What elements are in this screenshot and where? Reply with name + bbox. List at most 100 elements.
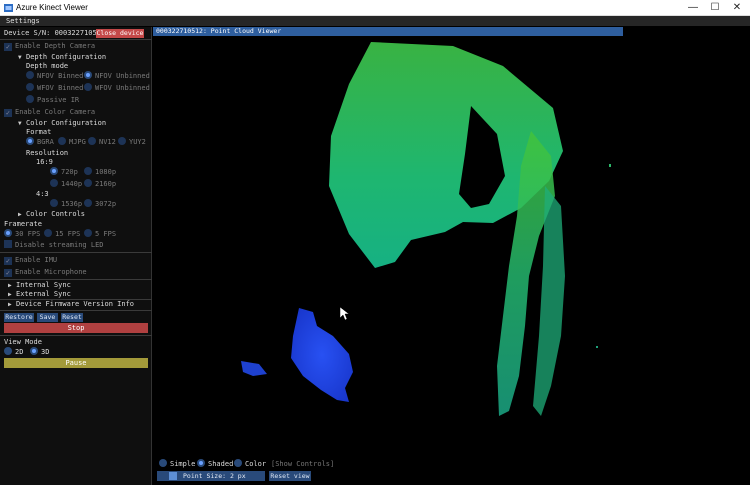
radio-icon[interactable] [44, 229, 52, 237]
disable-led-row[interactable]: Disable streaming LED [4, 240, 104, 250]
point-cloud-speck [596, 346, 598, 348]
depth-mode-wfov-unbinned[interactable]: WFOV Unbinned [84, 83, 150, 93]
render-simple[interactable]: Simple [159, 459, 195, 469]
radio-icon[interactable] [58, 137, 66, 145]
stop-button[interactable]: Stop [4, 323, 148, 333]
mouse-cursor-icon [339, 306, 350, 321]
close-window-button[interactable]: ✕ [726, 0, 748, 16]
depth-config-label: Depth Configuration [26, 53, 107, 61]
res-1536p[interactable]: 1536p [50, 199, 82, 209]
window-titlebar: Azure Kinect Viewer — ☐ ✕ [0, 0, 750, 16]
firmware-toggle[interactable]: ▶ Device Firmware Version Info [8, 299, 134, 309]
enable-imu-checkbox[interactable]: ✓ [4, 257, 12, 265]
render-color[interactable]: Color [234, 459, 266, 469]
radio-icon[interactable] [26, 71, 34, 79]
framerate-label: Framerate [4, 220, 42, 228]
radio-icon[interactable] [159, 459, 167, 467]
radio-icon[interactable] [84, 229, 92, 237]
save-button[interactable]: Save [37, 313, 58, 322]
viewer-margin [623, 27, 750, 485]
depth-mode-wfov-binned[interactable]: WFOV Binned [26, 83, 83, 93]
slider-grab[interactable] [169, 472, 177, 480]
radio-selected-icon[interactable] [26, 137, 34, 145]
depth-mode-nfov-binned[interactable]: NFOV Binned [26, 71, 83, 81]
radio-icon[interactable] [84, 179, 92, 187]
fps-5[interactable]: 5 FPS [84, 229, 116, 239]
radio-selected-icon[interactable] [30, 347, 38, 355]
res-1080p[interactable]: 1080p [84, 167, 116, 177]
divider [0, 252, 152, 253]
enable-color-row[interactable]: ✓ Enable Color Camera [4, 107, 95, 117]
radio-icon[interactable] [118, 137, 126, 145]
depth-mode-nfov-unbinned[interactable]: NFOV Unbinned [84, 71, 150, 81]
radio-icon[interactable] [234, 459, 242, 467]
menu-settings[interactable]: Settings [6, 17, 40, 25]
maximize-button[interactable]: ☐ [704, 0, 726, 16]
fps-30[interactable]: 30 FPS [4, 229, 40, 239]
point-cloud-canvas[interactable] [153, 36, 623, 485]
format-yuy2[interactable]: YUY2 [118, 137, 146, 147]
enable-color-label: Enable Color Camera [15, 108, 96, 116]
radio-selected-icon[interactable] [4, 229, 12, 237]
settings-panel: Device S/N: 000322710512 Close device ✓ E… [0, 27, 152, 485]
enable-depth-row[interactable]: ✓ Enable Depth Camera [4, 41, 95, 51]
radio-selected-icon[interactable] [50, 167, 58, 175]
app-icon [4, 4, 13, 12]
format-nv12[interactable]: NV12 [88, 137, 116, 147]
enable-mic-row[interactable]: ✓ Enable Microphone [4, 267, 87, 277]
reset-view-button[interactable]: Reset view [269, 471, 311, 481]
color-controls-toggle[interactable]: ▶ Color Controls [18, 209, 85, 219]
point-size-slider[interactable]: Point Size: 2 px [157, 471, 265, 481]
radio-icon[interactable] [26, 83, 34, 91]
radio-selected-icon[interactable] [84, 71, 92, 79]
res-720p[interactable]: 720p [50, 167, 78, 177]
radio-selected-icon[interactable] [197, 459, 205, 467]
enable-color-checkbox[interactable]: ✓ [4, 109, 12, 117]
minimize-button[interactable]: — [682, 0, 704, 16]
radio-icon[interactable] [50, 199, 58, 207]
color-config-label: Color Configuration [26, 119, 107, 127]
show-controls-link[interactable]: [Show Controls] [271, 459, 334, 469]
res-3072p[interactable]: 3072p [84, 199, 116, 209]
enable-imu-row[interactable]: ✓ Enable IMU [4, 255, 57, 265]
radio-icon[interactable] [84, 199, 92, 207]
pause-button[interactable]: Pause [4, 358, 148, 368]
view-mode-label: View Mode [4, 338, 42, 346]
ratio-4-3-label: 4:3 [36, 190, 49, 198]
view-mode-3d[interactable]: 3D [30, 347, 49, 357]
ratio-16-9-label: 16:9 [36, 158, 53, 166]
point-size-label: Point Size: 2 px [183, 472, 246, 480]
radio-icon[interactable] [50, 179, 58, 187]
enable-depth-checkbox[interactable]: ✓ [4, 43, 12, 51]
external-sync-toggle[interactable]: ▶ External Sync [8, 289, 71, 299]
radio-icon[interactable] [88, 137, 96, 145]
close-device-button[interactable]: Close device [96, 29, 144, 38]
depth-mode-passive-ir[interactable]: Passive IR [26, 95, 79, 105]
window-title: Azure Kinect Viewer [16, 3, 88, 12]
fps-15[interactable]: 15 FPS [44, 229, 80, 239]
format-bgra[interactable]: BGRA [26, 137, 54, 147]
point-cloud-near-fragment [241, 361, 267, 376]
radio-icon[interactable] [84, 83, 92, 91]
restore-button[interactable]: Restore [4, 313, 34, 322]
caret-right-icon: ▶ [8, 301, 12, 308]
reset-button[interactable]: Reset [61, 313, 83, 322]
format-mjpg[interactable]: MJPG [58, 137, 86, 147]
point-cloud-viewer[interactable]: 000322710512: Point Cloud Viewer [153, 27, 623, 485]
divider [0, 310, 152, 311]
enable-depth-label: Enable Depth Camera [15, 42, 96, 50]
res-2160p[interactable]: 2160p [84, 179, 116, 189]
view-mode-2d[interactable]: 2D [4, 347, 23, 357]
format-label: Format [26, 128, 52, 136]
device-sn: Device S/N: 000322710512 [4, 28, 105, 38]
menu-bar: Settings [0, 16, 750, 26]
radio-icon[interactable] [26, 95, 34, 103]
enable-mic-checkbox[interactable]: ✓ [4, 269, 12, 277]
res-1440p[interactable]: 1440p [50, 179, 82, 189]
radio-icon[interactable] [4, 347, 12, 355]
render-shaded[interactable]: Shaded [197, 459, 233, 469]
disable-led-checkbox[interactable] [4, 240, 12, 248]
device-sn-label: Device S/N: 000322710512 [4, 29, 106, 37]
radio-icon[interactable] [84, 167, 92, 175]
caret-down-icon: ▼ [18, 120, 22, 127]
